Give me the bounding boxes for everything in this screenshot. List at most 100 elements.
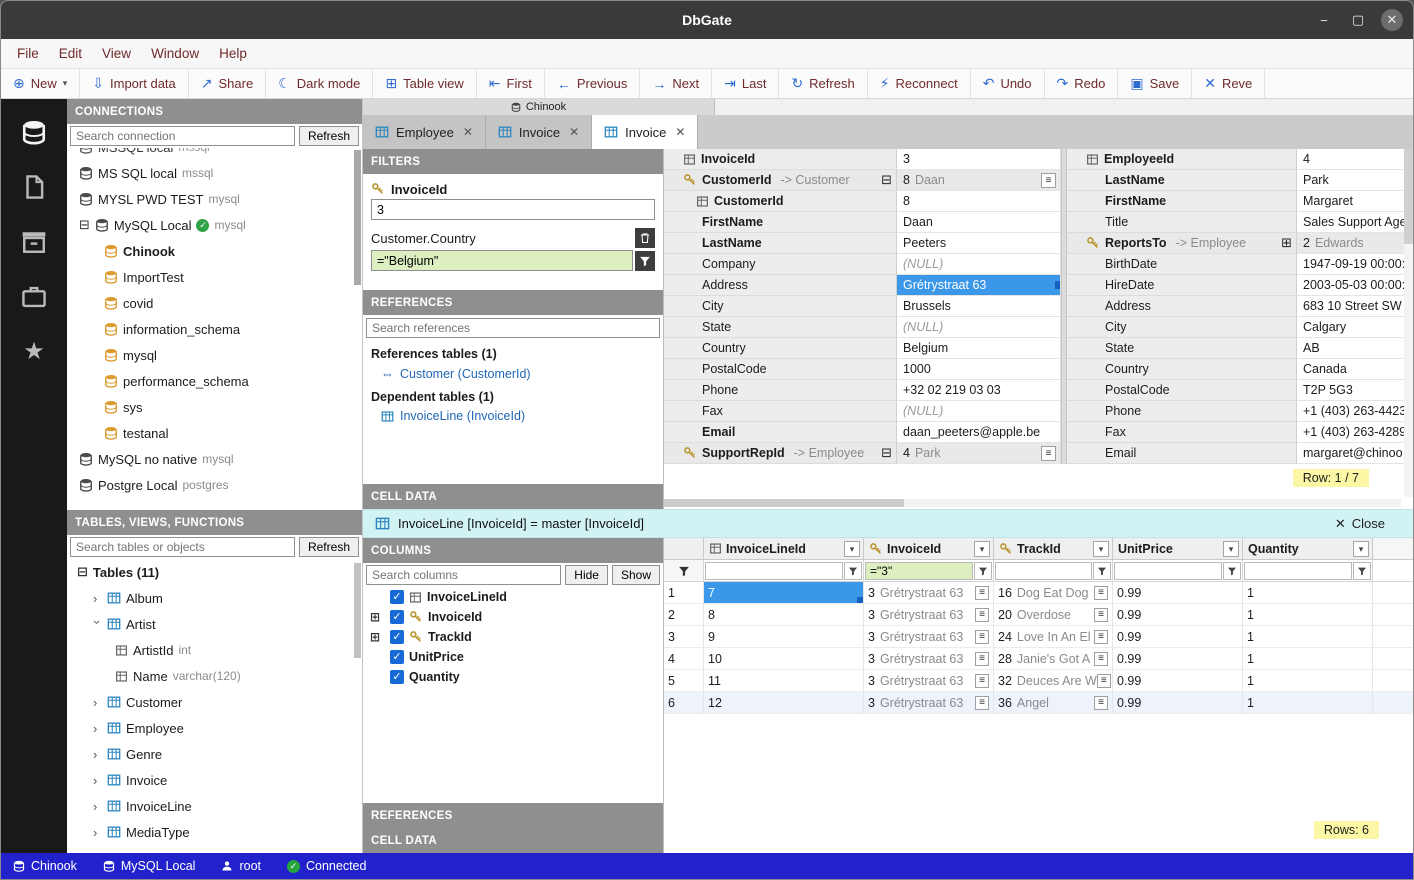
table-tree-item[interactable]: ArtistId int xyxy=(67,637,362,663)
connection-item[interactable]: ⊟ MySQL Local ✓ mysql xyxy=(67,212,362,238)
unitprice-cell[interactable]: 0.99 xyxy=(1113,692,1243,713)
form-field-value[interactable]: 1947-09-19 00:00: xyxy=(1297,254,1413,275)
favorites-star-icon[interactable]: ★ xyxy=(23,339,45,365)
connection-item[interactable]: MYSL PWD TEST mysql xyxy=(67,186,362,212)
connection-item[interactable]: MSSQL local mssql xyxy=(67,148,362,160)
tab[interactable]: Invoice ✕ xyxy=(486,115,592,149)
connections-nav-icon[interactable] xyxy=(21,119,47,148)
connection-item[interactable]: Postgre Local postgres xyxy=(67,472,362,498)
form-field-label[interactable]: State xyxy=(1067,338,1297,359)
column-menu-button[interactable]: ▾ xyxy=(974,541,990,557)
form-field-value[interactable]: 1000 xyxy=(897,359,1061,380)
menu-item[interactable]: View xyxy=(92,46,141,61)
search-tables-input[interactable] xyxy=(70,537,295,557)
open-record-icon[interactable]: ≡ xyxy=(1041,173,1056,188)
form-field-label[interactable]: LastName xyxy=(1067,170,1297,191)
toolbar-button[interactable]: ⇩ Import data xyxy=(80,69,189,98)
toolbar-button[interactable]: ⇤ First xyxy=(477,69,545,98)
form-field-label[interactable]: City xyxy=(664,296,897,317)
form-field-label[interactable]: EmployeeId xyxy=(1067,149,1297,170)
menu-item[interactable]: Help xyxy=(209,46,257,61)
form-field-value[interactable]: Brussels xyxy=(897,296,1061,317)
column-menu-button[interactable]: ▾ xyxy=(1223,541,1239,557)
connection-item[interactable]: covid xyxy=(67,290,362,316)
form-field-label[interactable]: CustomerId xyxy=(664,191,897,212)
column-list-item[interactable]: ✓ UnitPrice xyxy=(363,647,663,667)
filter-menu-button[interactable] xyxy=(1223,562,1241,580)
refresh-tables-button[interactable]: Refresh xyxy=(299,537,359,557)
connection-item[interactable]: sys xyxy=(67,394,362,420)
column-filter-input[interactable] xyxy=(865,562,973,580)
form-field-label[interactable]: PostalCode xyxy=(1067,380,1297,401)
table-tree-item[interactable]: › Customer xyxy=(67,689,362,715)
open-record-icon[interactable]: ≡ xyxy=(1041,446,1056,461)
trackid-cell[interactable]: 24Love In An El≡ xyxy=(994,626,1113,647)
connection-item[interactable]: MS SQL local mssql xyxy=(67,160,362,186)
form-field-value[interactable]: 8 xyxy=(897,191,1061,212)
open-record-icon[interactable]: ≡ xyxy=(975,674,989,688)
search-columns-input[interactable] xyxy=(366,565,561,585)
menu-item[interactable]: File xyxy=(7,46,49,61)
tab[interactable]: Employee ✕ xyxy=(363,115,486,149)
form-field-value[interactable]: 8 Daan ≡ xyxy=(897,170,1061,191)
table-tree-item[interactable]: › InvoiceLine xyxy=(67,793,362,819)
unitprice-cell[interactable]: 0.99 xyxy=(1113,670,1243,691)
filter-menu-button[interactable] xyxy=(844,562,862,580)
open-record-icon[interactable]: ≡ xyxy=(975,696,989,710)
filter-menu-button[interactable] xyxy=(974,562,992,580)
form-field-label[interactable]: Address xyxy=(664,275,897,296)
form-field-value[interactable]: 3 xyxy=(897,149,1061,170)
row-number-cell[interactable]: 5 xyxy=(664,670,704,691)
trackid-cell[interactable]: 20Overdose≡ xyxy=(994,604,1113,625)
reference-link[interactable]: ⇔ Customer (CustomerId) xyxy=(363,363,663,384)
form-field-label[interactable]: FirstName xyxy=(664,212,897,233)
form-field-value[interactable]: 4 Park ≡ xyxy=(897,443,1061,464)
row-number-cell[interactable]: 3 xyxy=(664,626,704,647)
quantity-cell[interactable]: 1 xyxy=(1243,648,1373,669)
filter-menu-button[interactable] xyxy=(1353,562,1371,580)
quantity-cell[interactable]: 1 xyxy=(1243,670,1373,691)
form-field-value[interactable]: (NULL) xyxy=(897,254,1061,275)
quantity-cell[interactable]: 1 xyxy=(1243,692,1373,713)
column-filter-input[interactable] xyxy=(1114,562,1222,580)
open-record-icon[interactable]: ≡ xyxy=(1094,608,1108,622)
connection-item[interactable]: testanal xyxy=(67,420,362,446)
form-field-label[interactable]: Phone xyxy=(1067,401,1297,422)
form-field-value[interactable]: +1 (403) 263-4289 xyxy=(1297,422,1413,443)
column-checkbox[interactable]: ✓ xyxy=(390,610,404,624)
quantity-cell[interactable]: 1 xyxy=(1243,582,1373,603)
chevron-right-icon[interactable]: › xyxy=(93,721,102,736)
form-field-label[interactable]: Address xyxy=(1067,296,1297,317)
column-list-item[interactable]: ⊞ ✓ TrackId xyxy=(363,627,663,647)
unitprice-cell[interactable]: 0.99 xyxy=(1113,626,1243,647)
collapse-icon[interactable]: ⊟ xyxy=(77,564,88,580)
table-tree-item[interactable]: › MediaType xyxy=(67,819,362,845)
form-field-value[interactable]: 683 10 Street SW xyxy=(1297,296,1413,317)
trackid-cell[interactable]: 28Janie's Got A≡ xyxy=(994,648,1113,669)
minimize-button[interactable]: − xyxy=(1313,9,1335,31)
form-field-label[interactable]: CustomerId -> Customer ⊟ xyxy=(664,170,897,191)
connection-item[interactable]: mysql xyxy=(67,342,362,368)
column-menu-button[interactable]: ▾ xyxy=(1093,541,1109,557)
tab-close-icon[interactable]: ✕ xyxy=(463,125,473,139)
form-field-value[interactable]: (NULL) xyxy=(897,317,1061,338)
invoicelineid-cell[interactable]: 7 xyxy=(704,582,864,603)
column-checkbox[interactable]: ✓ xyxy=(390,650,404,664)
archive-nav-icon[interactable] xyxy=(21,229,47,258)
menu-item[interactable]: Edit xyxy=(49,46,92,61)
toolbar-button[interactable]: → Next xyxy=(640,69,712,98)
invoiceid-cell[interactable]: 3Grétrystraat 63≡ xyxy=(864,670,994,691)
menu-item[interactable]: Window xyxy=(141,46,209,61)
filter-menu-button[interactable] xyxy=(635,251,655,271)
form-field-label[interactable]: Email xyxy=(664,422,897,443)
column-menu-button[interactable]: ▾ xyxy=(1353,541,1369,557)
toolbar-button[interactable]: ↗ Share xyxy=(189,69,266,98)
table-tree-item[interactable]: › Artist xyxy=(67,611,362,637)
table-tree-item[interactable]: Name varchar(120) xyxy=(67,663,362,689)
chevron-right-icon[interactable]: › xyxy=(93,825,102,840)
toolbar-button[interactable]: ✕ Reve xyxy=(1192,69,1265,98)
form-field-value[interactable]: 2 Edwards xyxy=(1297,233,1413,254)
table-tree-item[interactable]: › Invoice xyxy=(67,767,362,793)
column-header[interactable]: UnitPrice ▾ xyxy=(1113,538,1243,559)
form-field-label[interactable]: Email xyxy=(1067,443,1297,464)
